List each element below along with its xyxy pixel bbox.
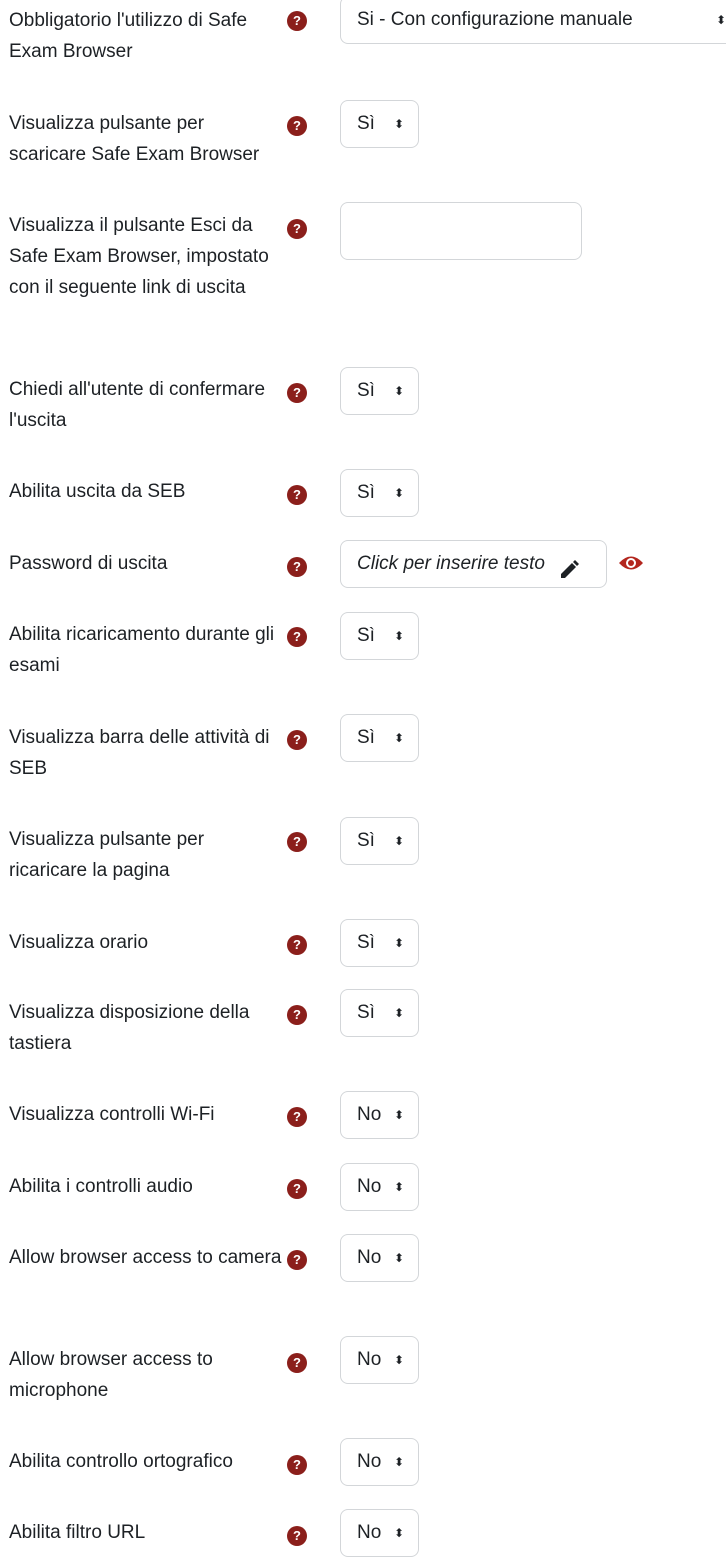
- caret-icon: ⬍: [393, 1180, 404, 1194]
- help-icon[interactable]: ?: [287, 383, 307, 403]
- help-icon[interactable]: ?: [287, 1353, 307, 1373]
- setting-label: Allow browser access to camera: [9, 1247, 282, 1268]
- select-value: Si - Con configurazione manuale: [357, 9, 633, 30]
- select-value: No: [357, 1349, 382, 1370]
- editable-placeholder: Click per inserire testo: [357, 553, 545, 574]
- help-icon[interactable]: ?: [287, 627, 307, 647]
- setting-label: Visualizza il pulsante Esci da Safe Exam…: [9, 215, 269, 298]
- help-icon[interactable]: ?: [287, 832, 307, 852]
- select-value: Sì: [357, 380, 375, 401]
- setting-label: Visualizza pulsante per ricaricare la pa…: [9, 829, 205, 881]
- select-value: Sì: [357, 113, 375, 134]
- help-icon[interactable]: ?: [287, 116, 307, 136]
- help-icon[interactable]: ?: [287, 730, 307, 750]
- caret-icon: ⬍: [393, 1526, 404, 1540]
- setting-label: Abilita i controlli audio: [9, 1176, 193, 1197]
- eye-icon[interactable]: [618, 554, 644, 578]
- quit-password-editable[interactable]: Click per inserire testo: [340, 540, 607, 588]
- show-time-select[interactable]: Sì ⬍: [340, 919, 419, 967]
- setting-label: Allow browser access to microphone: [9, 1349, 213, 1401]
- caret-icon: ⬍: [393, 486, 404, 500]
- caret-icon: ⬍: [393, 1108, 404, 1122]
- setting-label: Abilita uscita da SEB: [9, 481, 186, 502]
- show-wifi-control-select[interactable]: No ⬍: [340, 1091, 419, 1139]
- camera-access-select[interactable]: No ⬍: [340, 1234, 419, 1282]
- caret-icon: ⬍: [393, 1006, 404, 1020]
- help-icon[interactable]: ?: [287, 219, 307, 239]
- help-icon[interactable]: ?: [287, 11, 307, 31]
- confirm-quit-select[interactable]: Sì ⬍: [340, 367, 419, 415]
- allow-quit-select[interactable]: Sì ⬍: [340, 469, 419, 517]
- caret-icon: ⬍: [715, 13, 726, 27]
- setting-label: Abilita controllo ortografico: [9, 1451, 233, 1472]
- setting-label: Chiedi all'utente di confermare l'uscita: [9, 379, 266, 431]
- help-icon[interactable]: ?: [287, 485, 307, 505]
- help-icon[interactable]: ?: [287, 935, 307, 955]
- caret-icon: ⬍: [393, 834, 404, 848]
- select-value: Sì: [357, 727, 375, 748]
- select-value: Sì: [357, 482, 375, 503]
- help-icon[interactable]: ?: [287, 1250, 307, 1270]
- help-icon[interactable]: ?: [287, 557, 307, 577]
- select-value: No: [357, 1176, 382, 1197]
- setting-label: Visualizza disposizione della tastiera: [9, 1002, 250, 1054]
- setting-label: Visualizza pulsante per scaricare Safe E…: [9, 113, 260, 165]
- help-icon[interactable]: ?: [287, 1526, 307, 1546]
- caret-icon: ⬍: [393, 731, 404, 745]
- select-value: Sì: [357, 932, 375, 953]
- setting-label: Abilita ricaricamento durante gli esami: [9, 624, 275, 676]
- setting-label: Visualizza controlli Wi-Fi: [9, 1104, 215, 1125]
- select-value: No: [357, 1104, 382, 1125]
- caret-icon: ⬍: [393, 384, 404, 398]
- caret-icon: ⬍: [393, 936, 404, 950]
- caret-icon: ⬍: [393, 1251, 404, 1265]
- help-icon[interactable]: ?: [287, 1005, 307, 1025]
- url-filter-select[interactable]: No ⬍: [340, 1509, 419, 1557]
- select-value: No: [357, 1522, 382, 1543]
- help-icon[interactable]: ?: [287, 1179, 307, 1199]
- setting-label: Visualizza barra delle attività di SEB: [9, 727, 270, 779]
- quit-link-input[interactable]: [340, 202, 582, 260]
- caret-icon: ⬍: [393, 117, 404, 131]
- setting-label: Abilita filtro URL: [9, 1522, 146, 1543]
- select-value: Sì: [357, 1002, 375, 1023]
- setting-label: Visualizza orario: [9, 932, 149, 953]
- select-value: No: [357, 1451, 382, 1472]
- show-taskbar-select[interactable]: Sì ⬍: [340, 714, 419, 762]
- show-download-button-select[interactable]: Sì ⬍: [340, 100, 419, 148]
- audio-control-select[interactable]: No ⬍: [340, 1163, 419, 1211]
- spell-check-select[interactable]: No ⬍: [340, 1438, 419, 1486]
- select-value: Sì: [357, 625, 375, 646]
- help-icon[interactable]: ?: [287, 1107, 307, 1127]
- setting-label: Password di uscita: [9, 553, 168, 574]
- pencil-icon: [558, 553, 580, 599]
- select-value: No: [357, 1247, 382, 1268]
- setting-label: Obbligatorio l'utilizzo di Safe Exam Bro…: [9, 10, 248, 62]
- allow-reload-select[interactable]: Sì ⬍: [340, 612, 419, 660]
- show-keyboard-layout-select[interactable]: Sì ⬍: [340, 989, 419, 1037]
- show-reload-button-select[interactable]: Sì ⬍: [340, 817, 419, 865]
- caret-icon: ⬍: [393, 1455, 404, 1469]
- help-icon[interactable]: ?: [287, 1455, 307, 1475]
- select-value: Sì: [357, 830, 375, 851]
- microphone-access-select[interactable]: No ⬍: [340, 1336, 419, 1384]
- require-seb-select[interactable]: Si - Con configurazione manuale ⬍: [340, 0, 726, 44]
- caret-icon: ⬍: [393, 1353, 404, 1367]
- caret-icon: ⬍: [393, 629, 404, 643]
